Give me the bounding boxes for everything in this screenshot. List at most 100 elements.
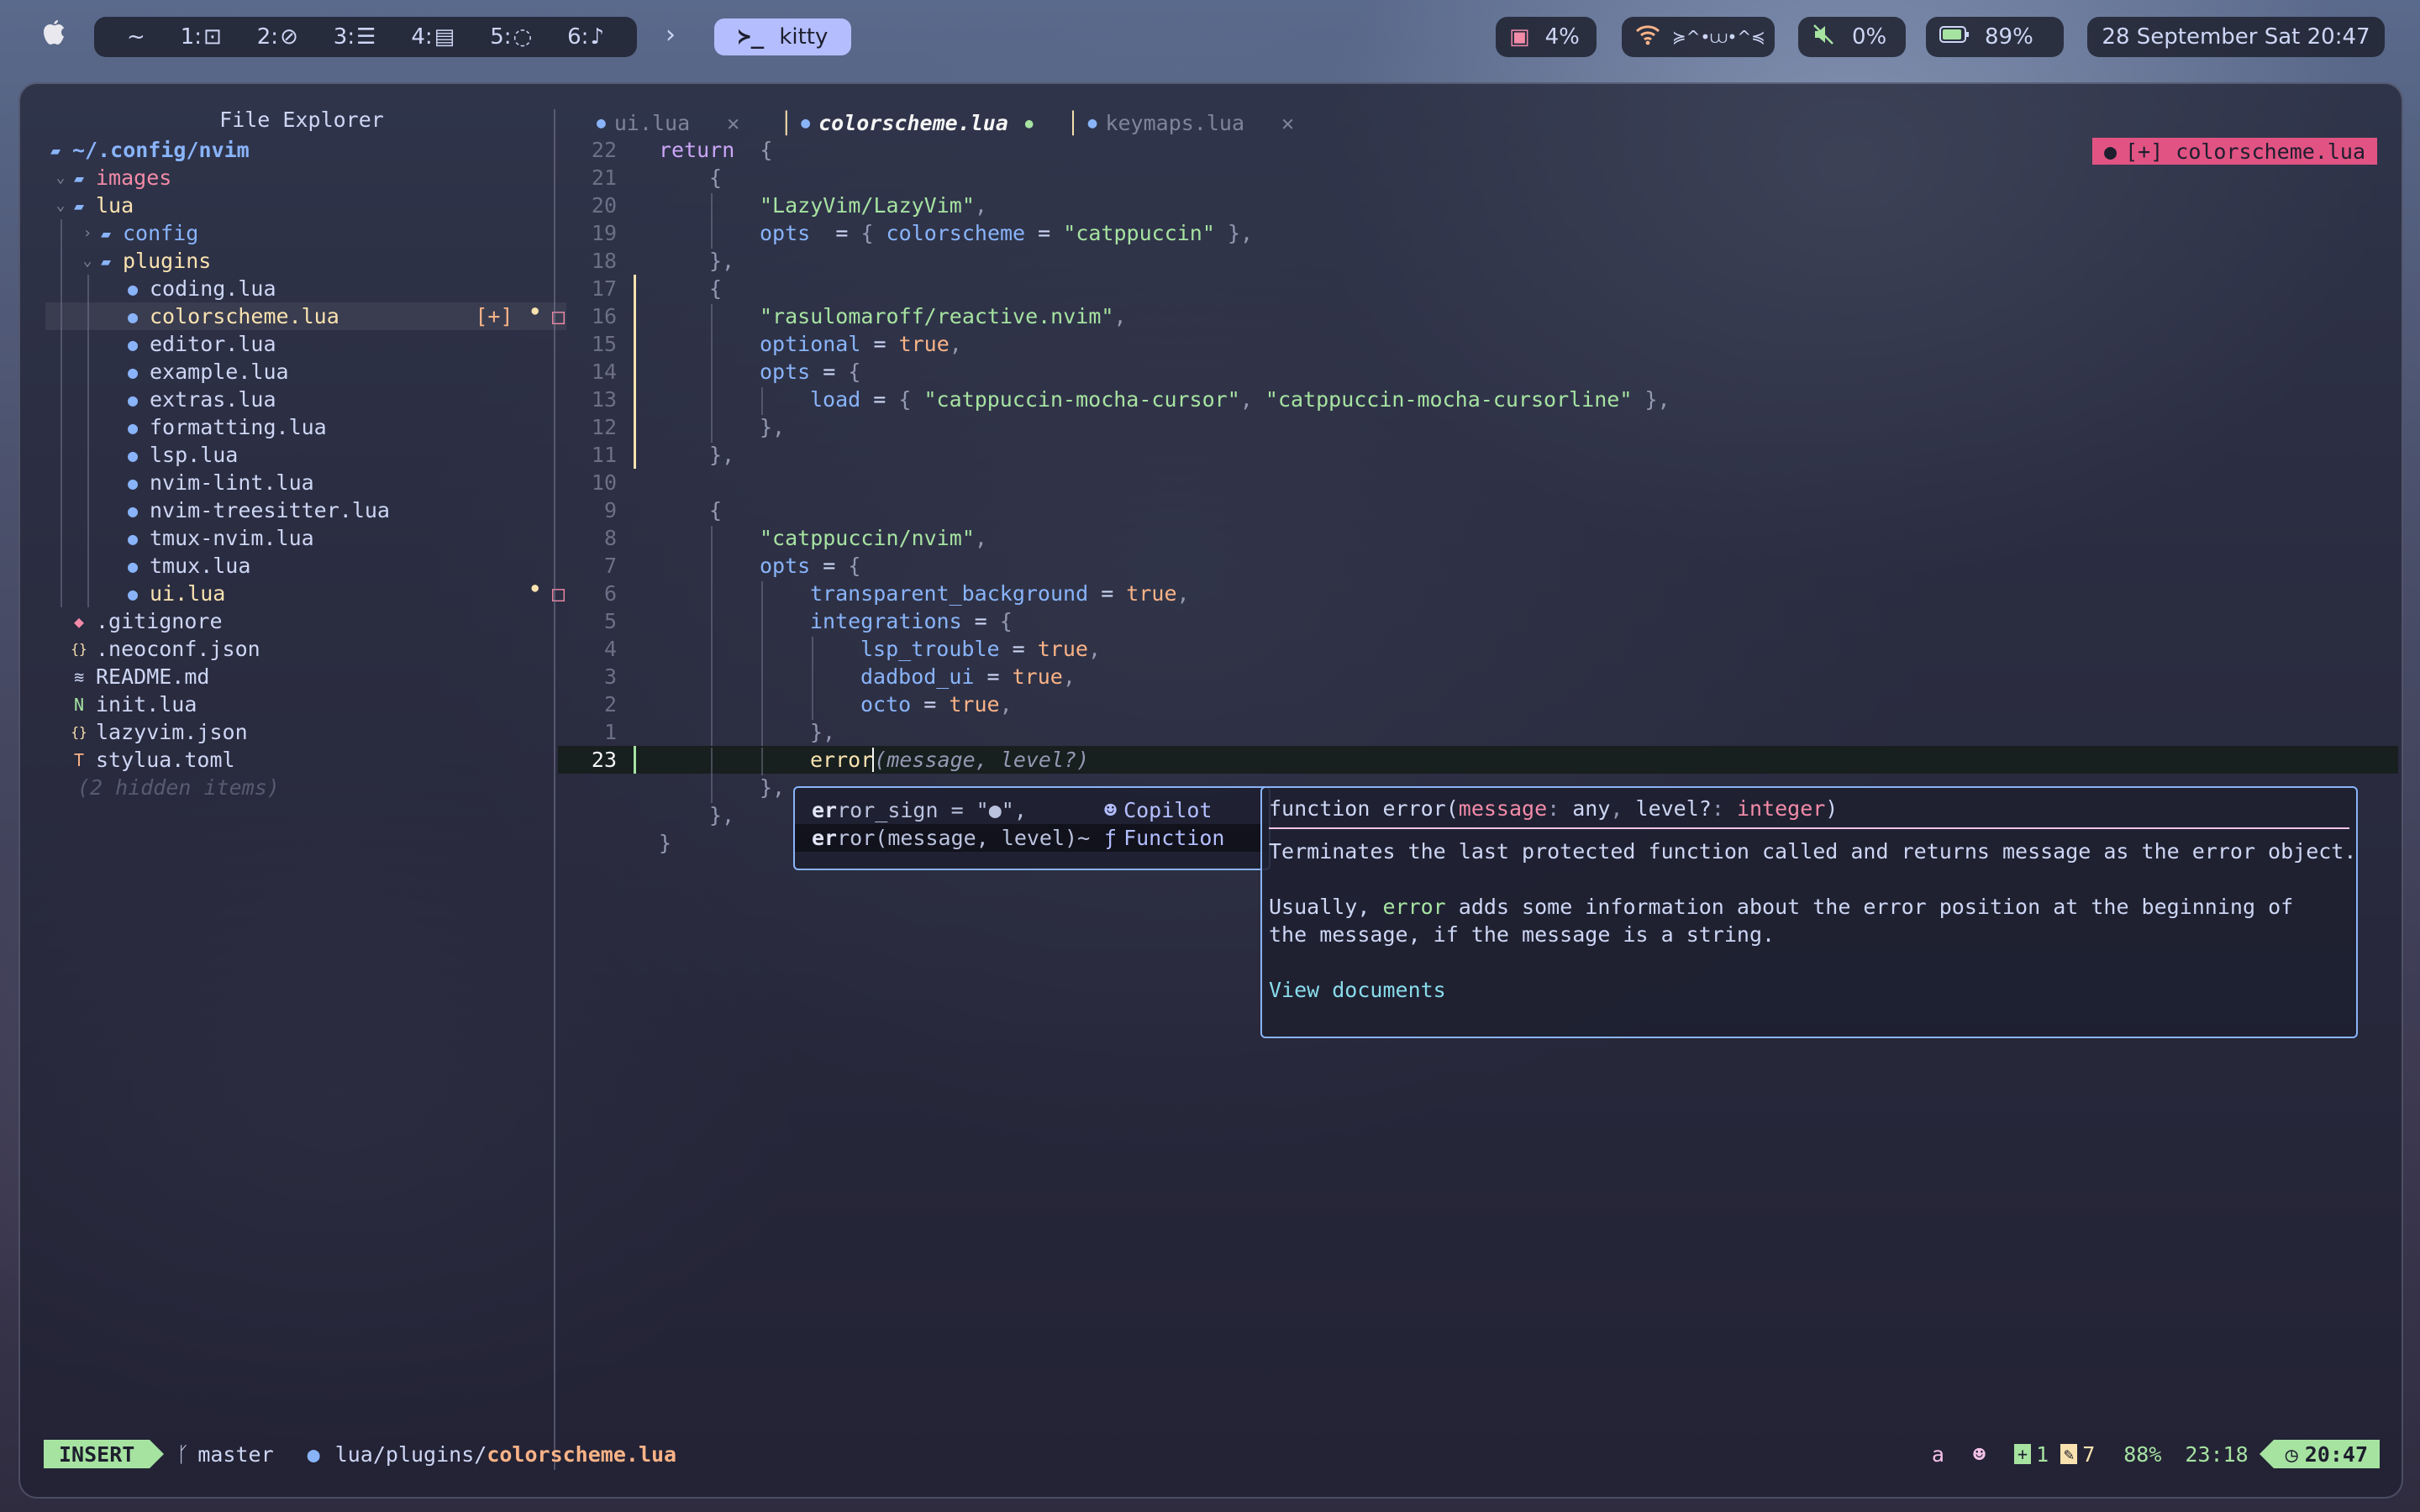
code-line[interactable]: 4 lsp_trouble = true, [558, 635, 2398, 664]
tree-item[interactable]: Ninit.lua [45, 690, 566, 718]
code-line[interactable]: 14 opts = { [558, 358, 2398, 387]
tree-item[interactable]: ● formatting.lua [45, 413, 566, 441]
tree-item[interactable]: ● editor.lua [45, 330, 566, 358]
code-line[interactable]: 8 "catppuccin/nvim", [558, 524, 2398, 554]
code-text: }, [649, 803, 734, 827]
tree-item[interactable]: ● coding.lua [45, 275, 566, 302]
toml-icon: T [73, 749, 85, 770]
code-token: }, [709, 443, 735, 467]
tree-item[interactable]: Tstylua.toml [45, 746, 566, 774]
code-line[interactable]: 16 "rasulomaroff/reactive.nvim", [558, 302, 2398, 332]
code-line[interactable]: 18}, [558, 247, 2398, 275]
apple-logo-icon[interactable] [39, 17, 69, 54]
code-line[interactable]: 13 load = { "catppuccin-mocha-cursor", "c… [558, 386, 2398, 415]
workspace-3[interactable]: 3: ☰ [334, 24, 376, 50]
tree-item[interactable]: › ▰ config [45, 219, 566, 247]
code-line[interactable]: 6 transparent_background = true, [558, 580, 2398, 609]
sign-column [632, 413, 649, 441]
code-line[interactable]: 10 [558, 469, 2398, 496]
active-app-kitty[interactable]: ≻_ kitty [714, 18, 852, 55]
code-line[interactable]: 5 integrations = { [558, 607, 2398, 637]
code-line[interactable]: 2 octo = true, [558, 690, 2398, 720]
tree-item[interactable]: ◆ .gitignore [45, 607, 566, 635]
tree-item[interactable]: ● tmux-nvim.lua [45, 524, 566, 552]
git-branch[interactable]: ᚴ master [176, 1442, 273, 1467]
tree-item[interactable]: ⌄ ▰ images [45, 164, 566, 192]
cpu-widget[interactable]: ▣ 4% [1496, 17, 1597, 57]
tree-item[interactable]: ● example.lua [45, 358, 566, 386]
indent-guide [711, 360, 713, 387]
line-number: 15 [591, 332, 617, 356]
workspace-6[interactable]: 6: ♪ [567, 24, 604, 50]
code-line[interactable]: 9{ [558, 496, 2398, 524]
kitty-window: File Explorer ▰ ~/.config/nvim ⌄ ▰ images ⌄… [18, 82, 2403, 1499]
tree-item-label: nvim-treesitter.lua [150, 498, 390, 522]
code-token: }, [760, 415, 786, 439]
tree-item[interactable]: ⌄ ▰ plugins [45, 247, 566, 275]
tree-item[interactable]: ● colorscheme.lua [+] ● □ [45, 302, 566, 330]
window-split-divider[interactable] [554, 109, 555, 1470]
tree-item[interactable]: {} lazyvim.json [45, 718, 566, 746]
code-editor[interactable]: 22 return {21{20 "LazyVim/LazyVim", 19 opts … [558, 136, 2398, 857]
sign-column [632, 607, 649, 635]
completion-item[interactable]: er ror(message, level)~ ƒ Function [795, 824, 1269, 852]
code-text: { [649, 276, 722, 301]
workspace-1[interactable]: 1: ⊡ [181, 24, 222, 50]
workspace-4[interactable]: 4: ▤ [411, 24, 455, 50]
code-line[interactable]: 1}, [558, 718, 2398, 748]
tab-close-icon[interactable]: ✕ [727, 111, 739, 135]
active-app-label: kitty [779, 24, 829, 50]
tree-item[interactable]: ● tmux.lua [45, 552, 566, 580]
chevron-down-icon[interactable]: ⌄ [79, 252, 96, 270]
tree-item-label: nvim-lint.lua [150, 470, 314, 495]
clock-widget[interactable]: 28 September Sat 20:47 [2087, 17, 2385, 57]
battery-widget[interactable]: 89% [1926, 17, 2064, 57]
workspace-2[interactable]: 2: ⊘ [257, 24, 298, 50]
chevron-down-icon[interactable]: ⌄ [52, 197, 69, 214]
buffer-tab[interactable]: ● ui.lua ✕ [585, 111, 768, 135]
tree-item[interactable]: ● nvim-lint.lua [45, 469, 566, 496]
workspace-0[interactable]: ~ [127, 24, 145, 50]
current-line[interactable]: 23 error(message, level?) [558, 746, 2398, 775]
completion-kind-label: Copilot [1123, 798, 1213, 822]
code-token: = [860, 387, 899, 412]
indent-guide [812, 637, 813, 664]
volume-widget[interactable]: 0% [1798, 17, 1906, 57]
chevron-right-icon[interactable]: › [666, 20, 676, 50]
line-number: 12 [591, 415, 617, 439]
code-token: true [898, 332, 950, 356]
tree-item[interactable]: ● lsp.lua [45, 441, 566, 469]
code-line[interactable]: 17 { [558, 275, 2398, 302]
chevron-right-icon[interactable]: › [79, 224, 96, 242]
chat-bubble-icon: ◌ [513, 24, 533, 50]
code-line[interactable]: 19 opts = { colorscheme = "catppuccin" }, [558, 219, 2398, 249]
buffer-tab[interactable]: │ ● keymaps.lua ✕ [1055, 111, 1323, 135]
tree-item[interactable]: ● nvim-treesitter.lua [45, 496, 566, 524]
completion-item[interactable]: er ror_sign = "●", ☻ Copilot [795, 796, 1269, 824]
tree-item[interactable]: ● extras.lua [45, 386, 566, 413]
tab-label: colorscheme.lua [818, 110, 1008, 135]
indent-guide [711, 554, 713, 581]
tree-root[interactable]: ▰ ~/.config/nvim [45, 136, 566, 164]
tree-item[interactable]: ● ui.lua ● □ [45, 580, 566, 607]
tree-item[interactable]: {} .neoconf.json [45, 635, 566, 663]
tree-item[interactable]: ≋ README.md [45, 663, 566, 690]
lua-icon: ● [127, 555, 139, 576]
workspace-5[interactable]: 5: ◌ [490, 24, 532, 50]
chevron-down-icon[interactable]: ⌄ [52, 169, 69, 186]
code-line[interactable]: 21 { [558, 164, 2398, 192]
code-line[interactable]: 11}, [558, 441, 2398, 469]
code-line[interactable]: 22 return { [558, 136, 2398, 164]
tree-item[interactable]: ⌄ ▰ lua [45, 192, 566, 219]
indent-guide [87, 330, 89, 358]
wifi-widget[interactable]: ≽^•⩊•^≼ [1622, 17, 1775, 57]
code-line[interactable]: 20 "LazyVim/LazyVim", [558, 192, 2398, 221]
code-line[interactable]: 12}, [558, 413, 2398, 443]
tab-close-icon[interactable]: ✕ [1281, 111, 1294, 135]
code-token: { [860, 221, 886, 245]
code-line[interactable]: 3 dadbod_ui = true, [558, 663, 2398, 692]
view-documents-link[interactable]: View documents [1269, 976, 2349, 1004]
buffer-tab[interactable]: │ ● colorscheme.lua ● [768, 111, 1055, 135]
code-line[interactable]: 15 optional = true, [558, 330, 2398, 360]
code-line[interactable]: 7 opts = { [558, 552, 2398, 581]
